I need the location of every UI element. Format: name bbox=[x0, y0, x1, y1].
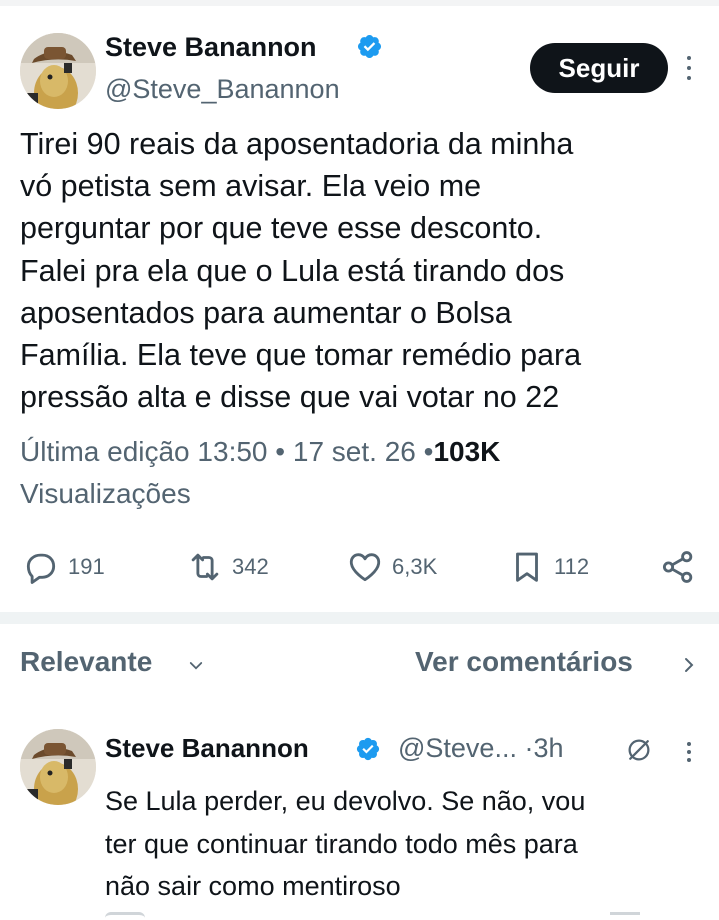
views-label: Visualizações bbox=[20, 478, 191, 509]
cut-off-icon bbox=[105, 912, 145, 920]
like-button[interactable]: 6,3K bbox=[346, 545, 437, 589]
bookmark-icon bbox=[516, 552, 538, 582]
repost-count: 342 bbox=[232, 554, 269, 579]
post-text-line: vó petista sem avisar. Ela veio me bbox=[20, 169, 482, 204]
avatar-image bbox=[20, 33, 96, 109]
share-button[interactable] bbox=[659, 545, 697, 589]
post-text-line: Falei pra ela que o Lula está tirando do… bbox=[20, 253, 565, 288]
post-text-line: perguntar por que teve esse desconto. bbox=[20, 211, 543, 246]
author-avatar[interactable] bbox=[20, 33, 96, 109]
author-name[interactable]: Steve Banannon bbox=[105, 32, 317, 63]
next-content-edge bbox=[0, 908, 719, 920]
repost-arrows-icon bbox=[191, 553, 219, 581]
action-bar: 191 342 6,3K 112 bbox=[0, 545, 719, 589]
meta-separator: • bbox=[423, 436, 434, 467]
views-count: 103K bbox=[433, 436, 501, 467]
avatar-image bbox=[20, 729, 96, 805]
reply-more-options-icon[interactable] bbox=[679, 739, 699, 765]
bookmark-button[interactable]: 112 bbox=[508, 545, 589, 589]
post-text-line: Família. Ela teve que tomar remédio para bbox=[20, 338, 582, 373]
post-text-line: pressão alta e disse que vai votar no 22 bbox=[20, 380, 560, 415]
repost-button[interactable]: 342 bbox=[186, 545, 269, 589]
chevron-down-icon[interactable] bbox=[187, 657, 205, 675]
share-nodes-icon bbox=[662, 551, 693, 583]
follow-button[interactable]: Seguir bbox=[530, 43, 668, 93]
grok-slash-circle-icon[interactable] bbox=[624, 735, 654, 765]
like-count: 6,3K bbox=[392, 554, 438, 579]
cut-off-icon bbox=[610, 912, 640, 920]
meta-separator: • bbox=[275, 436, 286, 467]
reply-text-line: Se Lula perder, eu devolvo. Se não, vou bbox=[105, 786, 586, 816]
edited-label[interactable]: Última edição bbox=[20, 436, 190, 467]
reply-author-avatar[interactable] bbox=[20, 729, 96, 805]
replies-header: Relevante Ver comentários bbox=[0, 640, 719, 688]
more-options-icon[interactable] bbox=[679, 53, 699, 83]
verified-badge-icon bbox=[356, 737, 380, 761]
post-text-line: Tirei 90 reais da aposentadoria da minha bbox=[20, 127, 574, 161]
post-text: Tirei 90 reais da aposentadoria da minha… bbox=[20, 123, 710, 418]
reply-count: 191 bbox=[68, 554, 105, 579]
reply-text-line: ter que continuar tirando todo mês para bbox=[105, 828, 578, 859]
post-text-line: aposentados para aumentar o Bolsa bbox=[20, 295, 512, 330]
post-time[interactable]: 13:50 bbox=[197, 436, 267, 467]
speech-bubble-icon bbox=[26, 553, 56, 584]
reply-author-name[interactable]: Steve Banannon bbox=[105, 733, 309, 764]
author-handle[interactable]: @Steve_Banannon bbox=[105, 74, 340, 105]
previous-content-edge bbox=[0, 0, 719, 6]
reply-handle-time[interactable]: @Steve... ·3h bbox=[398, 733, 563, 764]
view-comments-link[interactable]: Ver comentários bbox=[415, 646, 633, 678]
heart-icon bbox=[349, 553, 381, 582]
verified-badge-icon[interactable] bbox=[356, 33, 383, 60]
bookmark-count: 112 bbox=[554, 554, 590, 579]
post-meta: Última edição 13:50 • 17 set. 26 •103K V… bbox=[20, 431, 710, 515]
reply-text: Se Lula perder, eu devolvo. Se não, vou … bbox=[105, 780, 705, 908]
post-date[interactable]: 17 set. 26 bbox=[293, 436, 416, 467]
reply-button[interactable]: 191 bbox=[22, 545, 105, 589]
section-divider bbox=[0, 612, 719, 624]
sort-dropdown[interactable]: Relevante bbox=[20, 646, 152, 678]
reply-text-line: não sair como mentiroso bbox=[105, 871, 401, 901]
chevron-right-icon[interactable] bbox=[680, 654, 698, 676]
